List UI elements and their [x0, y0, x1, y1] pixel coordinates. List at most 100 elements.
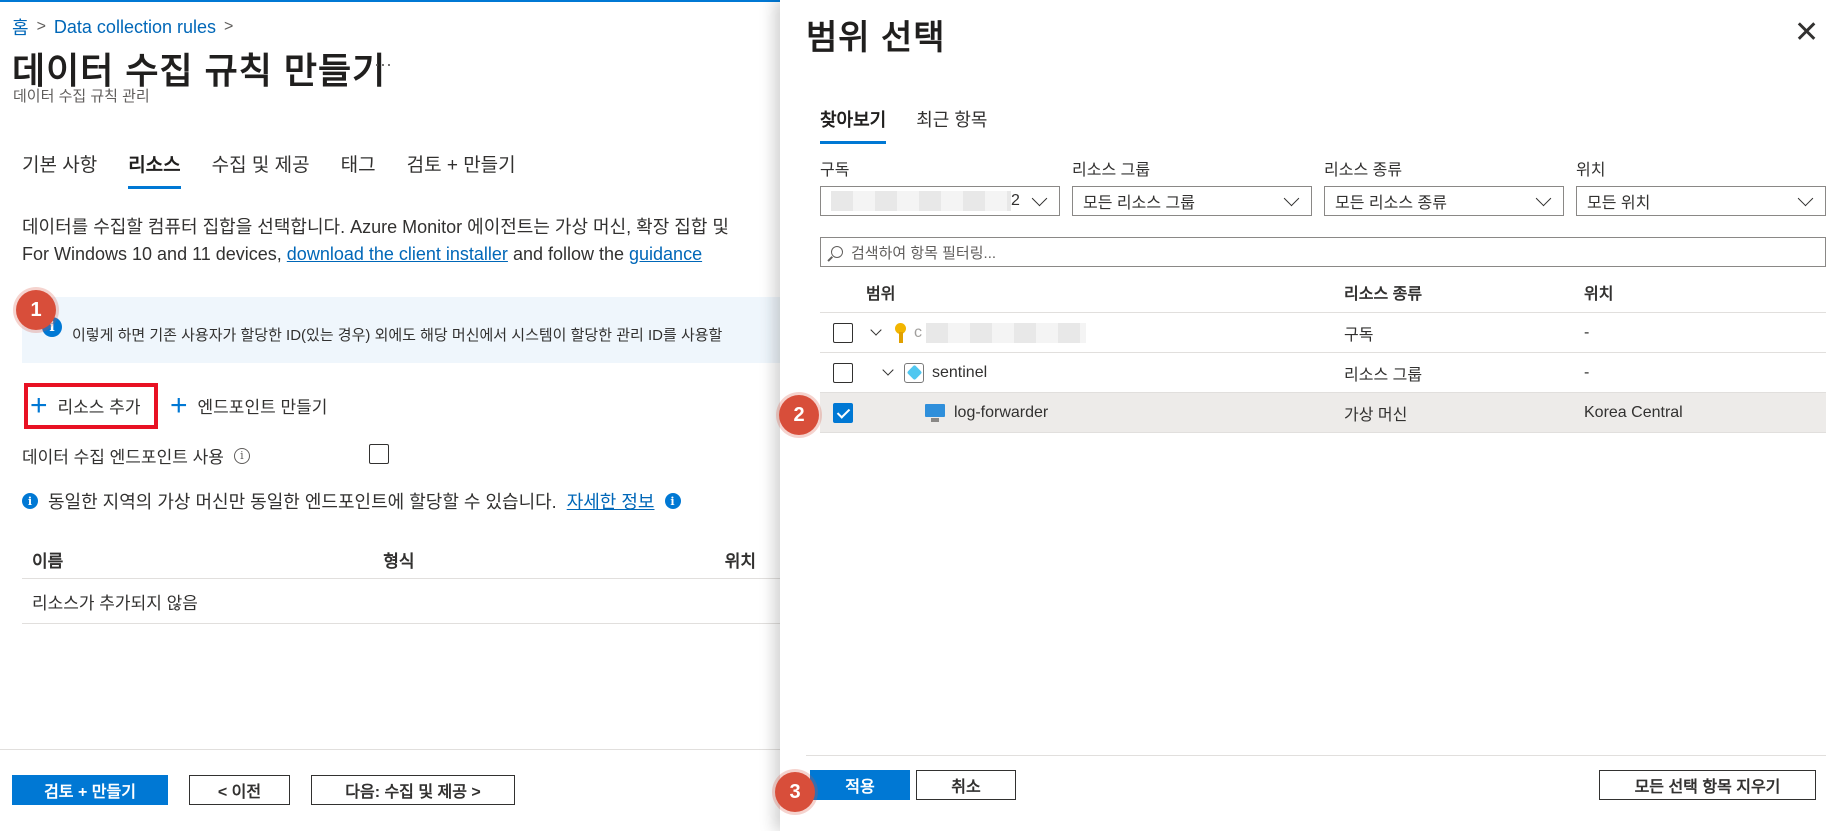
table-header: 범위 리소스 종류 위치 — [820, 272, 1826, 313]
subscription-key-icon — [892, 322, 910, 343]
chevron-down-icon — [1797, 190, 1814, 206]
row-checkbox[interactable] — [833, 322, 853, 343]
select-scope-panel: 범위 선택 ✕ 찾아보기 최근 항목 구독 2 리소스 그룹 모든 리소스 그룹… — [780, 0, 1847, 831]
endpoint-option: 데이터 수집 엔드포인트 사용 i — [22, 443, 250, 468]
column-type[interactable]: 형식 — [383, 547, 724, 572]
breadcrumb-separator-icon: > — [36, 18, 46, 35]
chevron-down-icon[interactable] — [870, 323, 882, 336]
dropdown-value: 모든 위치 — [1587, 195, 1651, 212]
clear-all-selections-button[interactable]: 모든 선택 항목 지우기 — [1599, 770, 1816, 800]
info-icon[interactable]: i — [233, 447, 250, 464]
column-location[interactable]: 위치 — [1584, 280, 1826, 304]
resource-type-dropdown[interactable]: 모든 리소스 종류 — [1324, 186, 1564, 216]
tab-browse[interactable]: 찾아보기 — [820, 106, 887, 144]
more-options-icon[interactable]: ··· — [374, 54, 392, 75]
enable-endpoint-checkbox[interactable] — [369, 444, 389, 464]
next-button[interactable]: 다음: 수집 및 제공 > — [311, 775, 515, 805]
virtual-machine-icon — [924, 403, 946, 423]
row-checkbox[interactable] — [833, 362, 853, 383]
resource-table: 이름 형식 위치 리소스가 추가되지 않음 — [22, 540, 780, 624]
region-note-text: 동일한 지역의 가상 머신만 동일한 엔드포인트에 할당할 수 있습니다. — [48, 492, 557, 512]
row-checkbox[interactable] — [833, 402, 853, 423]
review-create-button[interactable]: 검토 + 만들기 — [12, 775, 168, 805]
step-badge-3: 3 — [775, 772, 815, 812]
table-header: 이름 형식 위치 — [22, 540, 780, 579]
tab-basics[interactable]: 기본 사항 — [22, 150, 97, 189]
scope-name: log-forwarder — [954, 403, 1049, 421]
panel-title: 범위 선택 — [806, 19, 946, 57]
description-text: For Windows 10 and 11 devices, — [22, 244, 287, 264]
tab-resources[interactable]: 리소스 — [128, 150, 182, 189]
breadcrumb-separator-icon: > — [224, 18, 234, 35]
resource-group-dropdown[interactable]: 모든 리소스 그룹 — [1072, 186, 1312, 216]
dropdown-value: 모든 리소스 그룹 — [1083, 195, 1195, 212]
region-note: i 동일한 지역의 가상 머신만 동일한 엔드포인트에 할당할 수 있습니다. … — [22, 488, 681, 514]
column-location[interactable]: 위치 — [725, 547, 780, 572]
step-badge-2: 2 — [779, 395, 819, 435]
footer-divider — [0, 749, 780, 750]
page-subtitle: 데이터 수집 규칙 관리 — [13, 88, 150, 105]
location-filter: 위치 모든 위치 — [1576, 156, 1826, 216]
create-endpoint-label: 엔드포인트 만들기 — [197, 398, 328, 417]
tab-review-create[interactable]: 검토 + 만들기 — [407, 150, 516, 189]
column-scope[interactable]: 범위 — [866, 280, 1344, 304]
subscription-filter: 구독 2 — [820, 156, 1060, 216]
table-row: 리소스가 추가되지 않음 — [22, 579, 780, 624]
apply-button[interactable]: 적용 — [810, 770, 910, 800]
location-cell: Korea Central — [1584, 403, 1683, 421]
wizard-tabs: 기본 사항 리소스 수집 및 제공 태그 검토 + 만들기 — [22, 150, 516, 189]
dropdown-value: 모든 리소스 종류 — [1335, 195, 1447, 212]
plus-icon: + — [170, 388, 188, 422]
column-resource-type[interactable]: 리소스 종류 — [1344, 280, 1584, 304]
breadcrumb-home[interactable]: 홈 — [12, 14, 29, 40]
footer-divider — [806, 755, 1826, 756]
add-resource-button[interactable]: + 리소스 추가 — [30, 388, 140, 422]
plus-icon: + — [30, 388, 48, 422]
create-endpoint-button[interactable]: + 엔드포인트 만들기 — [170, 388, 328, 422]
scope-name: c — [914, 323, 922, 341]
chevron-down-icon[interactable] — [882, 363, 894, 376]
location-dropdown[interactable]: 모든 위치 — [1576, 186, 1826, 216]
info-icon: i — [22, 493, 38, 509]
tab-recent[interactable]: 최근 항목 — [916, 106, 987, 144]
tab-collect-deliver[interactable]: 수집 및 제공 — [212, 150, 310, 189]
client-installer-link[interactable]: download the client installer — [287, 244, 508, 264]
resource-type-cell: 리소스 그룹 — [1344, 366, 1423, 384]
chevron-down-icon — [1031, 190, 1048, 206]
close-icon[interactable]: ✕ — [1794, 18, 1819, 48]
breadcrumb: 홈 > Data collection rules > — [12, 14, 233, 40]
resources-description: 데이터를 수집할 컴퓨터 집합을 선택합니다. Azure Monitor 에이… — [22, 214, 729, 268]
description-text: and follow the — [507, 244, 630, 264]
tab-tags[interactable]: 태그 — [341, 150, 376, 189]
table-row[interactable]: c 구독 - — [820, 313, 1826, 353]
filter-label: 위치 — [1576, 162, 1606, 179]
table-row[interactable]: sentinel 리소스 그룹 - — [820, 353, 1826, 393]
filter-search-input[interactable]: 검색하여 항목 필터링... — [820, 237, 1826, 267]
subscription-dropdown[interactable]: 2 — [820, 186, 1060, 216]
table-row[interactable]: log-forwarder 가상 머신 Korea Central — [820, 393, 1826, 433]
resource-type-cell: 구독 — [1344, 326, 1374, 344]
filter-label: 리소스 그룹 — [1072, 162, 1151, 179]
panel-tabs: 찾아보기 최근 항목 — [820, 106, 988, 144]
dropdown-value: 2 — [1011, 192, 1020, 209]
scope-table: 범위 리소스 종류 위치 c 구독 - sentinel 리소스 그룹 - lo… — [820, 272, 1826, 433]
scope-name: sentinel — [932, 363, 988, 381]
previous-button[interactable]: < 이전 — [189, 775, 290, 805]
cancel-button[interactable]: 취소 — [916, 770, 1016, 800]
search-placeholder: 검색하여 항목 필터링... — [851, 244, 997, 262]
info-banner-text: 이렇게 하면 기존 사용자가 할당한 ID(있는 경우) 외에도 해당 머신에서… — [72, 327, 723, 344]
search-icon — [831, 246, 843, 258]
description-line2: For Windows 10 and 11 devices, download … — [22, 241, 729, 268]
learn-more-link[interactable]: 자세한 정보 — [567, 488, 655, 514]
chevron-down-icon — [1535, 190, 1552, 206]
info-banner: i 이렇게 하면 기존 사용자가 할당한 ID(있는 경우) 외에도 해당 머신… — [22, 297, 780, 363]
filter-label: 리소스 종류 — [1324, 162, 1403, 179]
info-icon: i — [664, 493, 681, 509]
redacted-value — [831, 191, 1011, 211]
column-name[interactable]: 이름 — [22, 547, 383, 572]
breadcrumb-dcr[interactable]: Data collection rules — [54, 17, 216, 38]
location-cell: - — [1584, 363, 1590, 381]
step-badge-1: 1 — [16, 290, 56, 330]
endpoint-option-label: 데이터 수집 엔드포인트 사용 — [22, 448, 224, 467]
guidance-link[interactable]: guidance — [629, 244, 702, 264]
